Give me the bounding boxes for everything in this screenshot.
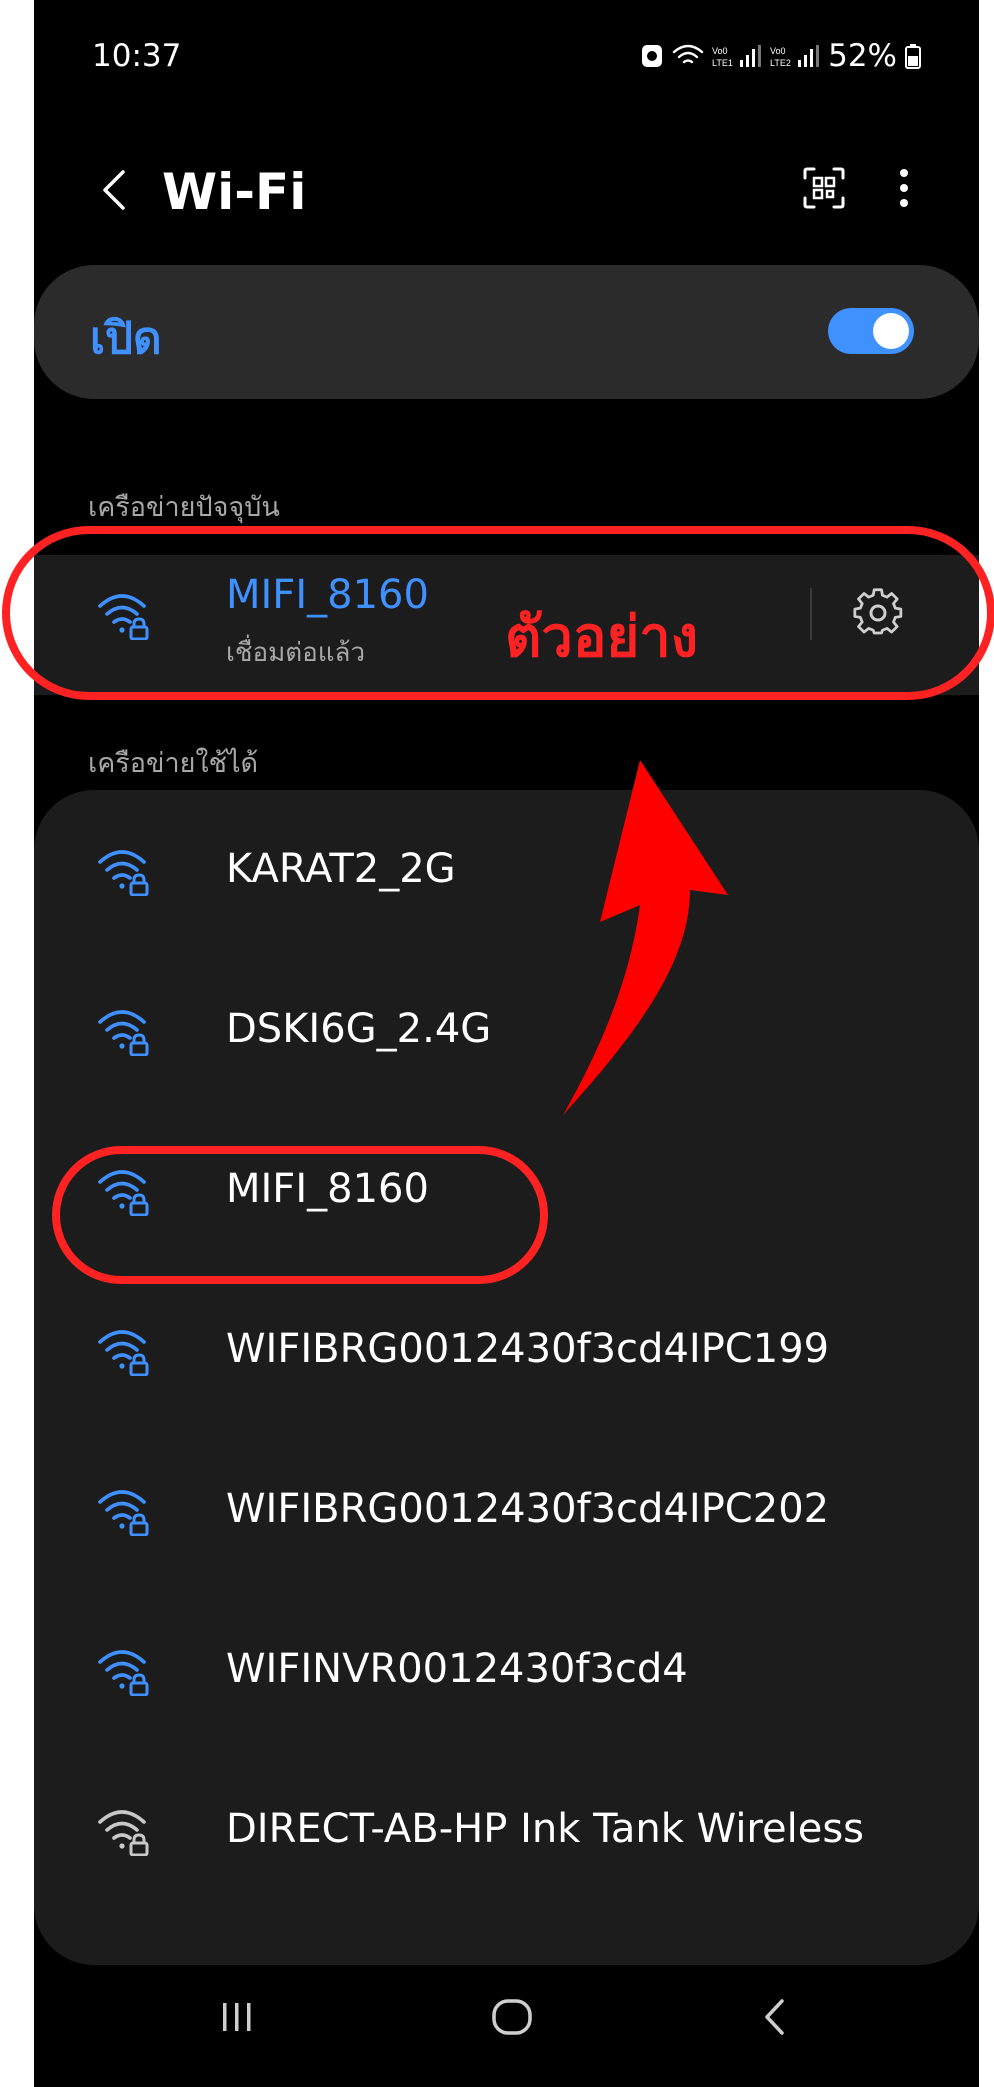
annotation-overlay bbox=[2, 526, 994, 1284]
red-arrow bbox=[563, 760, 728, 1115]
network-item-highlight bbox=[52, 1146, 548, 1284]
current-network-highlight bbox=[2, 526, 994, 700]
annotation-label: ตัวอย่าง bbox=[505, 605, 699, 670]
